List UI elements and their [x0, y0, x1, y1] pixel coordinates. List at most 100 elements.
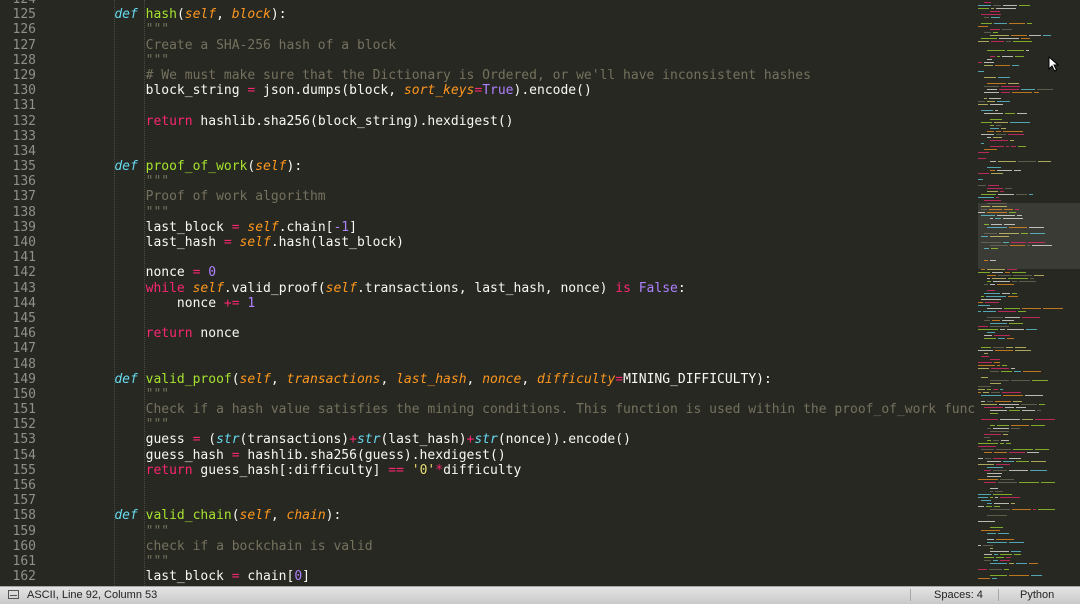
- minimap-line: [1009, 542, 1024, 543]
- minimap-line: [987, 281, 991, 282]
- code-line[interactable]: 155 return guess_hash[:difficulty] == '0…: [0, 463, 975, 478]
- minimap-line: [993, 470, 1007, 471]
- code-line[interactable]: 126 """: [0, 22, 975, 37]
- minimap-line: [1002, 293, 1010, 294]
- minimap-line: [984, 17, 989, 18]
- code-token: ,: [521, 371, 537, 387]
- code-line[interactable]: 159 """: [0, 524, 975, 539]
- code-text: return guess_hash[:difficulty] == '0'*di…: [36, 463, 522, 478]
- code-line[interactable]: 141: [0, 250, 975, 265]
- minimap-line: [987, 389, 991, 390]
- minimap-line: [984, 452, 992, 453]
- minimap-line: [981, 500, 991, 501]
- code-token: ):: [286, 159, 303, 175]
- minimap-line: [990, 284, 995, 285]
- code-line[interactable]: 156: [0, 478, 975, 493]
- minimap[interactable]: [975, 0, 1080, 586]
- code-line[interactable]: 142 nonce = 0: [0, 265, 975, 280]
- minimap-line: [990, 383, 1001, 384]
- minimap-line: [984, 86, 999, 87]
- minimap-line: [1029, 194, 1033, 195]
- line-number: 145: [12, 310, 36, 326]
- code-line[interactable]: 125 def hash(self, block):: [0, 7, 975, 22]
- minimap-line: [1030, 470, 1047, 471]
- code-line[interactable]: 151 Check if a hash value satisfies the …: [0, 402, 975, 417]
- minimap-line: [990, 125, 994, 126]
- minimap-line: [995, 401, 1011, 402]
- code-line[interactable]: 150 """: [0, 387, 975, 402]
- code-text: guess_hash = hashlib.sha256(guess).hexdi…: [36, 448, 506, 463]
- code-line[interactable]: 144 nonce += 1: [0, 296, 975, 311]
- code-line[interactable]: 162 last_block = chain[0]: [0, 569, 975, 584]
- code-line[interactable]: 127 Create a SHA-256 hash of a block: [0, 38, 975, 53]
- minimap-line: [1005, 272, 1010, 273]
- code-lines[interactable]: 124125 def hash(self, block):126 """127 …: [0, 0, 975, 584]
- code-token: ,: [270, 371, 287, 387]
- minimap-line: [1002, 320, 1014, 321]
- minimap-line: [984, 233, 997, 234]
- line-number: 139: [12, 219, 36, 235]
- code-line[interactable]: 133: [0, 129, 975, 144]
- minimap-line: [999, 404, 1019, 405]
- code-line[interactable]: 136 """: [0, 174, 975, 189]
- code-line[interactable]: 128 """: [0, 53, 975, 68]
- minimap-line: [1010, 122, 1030, 123]
- code-line[interactable]: 161 """: [0, 554, 975, 569]
- code-line[interactable]: 131: [0, 98, 975, 113]
- minimap-line: [987, 476, 1001, 477]
- minimap-line: [1001, 92, 1010, 93]
- code-line[interactable]: 129 # We must make sure that the Diction…: [0, 68, 975, 83]
- minimap-line: [1017, 215, 1022, 216]
- minimap-line: [978, 104, 988, 105]
- code-line[interactable]: 153 guess = (str(transactions)+str(last_…: [0, 432, 975, 447]
- code-line[interactable]: 138 """: [0, 205, 975, 220]
- code-line[interactable]: 149 def valid_proof(self, transactions, …: [0, 372, 975, 387]
- code-editor[interactable]: 124125 def hash(self, block):126 """127 …: [0, 0, 975, 586]
- minimap-line: [1015, 56, 1024, 57]
- code-line[interactable]: 140 last_hash = self.hash(last_block): [0, 235, 975, 250]
- syntax-selector[interactable]: Python: [1020, 589, 1054, 601]
- code-line[interactable]: 152 """: [0, 417, 975, 432]
- minimap-line: [1025, 395, 1043, 396]
- minimap-line: [990, 359, 1000, 360]
- minimap-line: [990, 119, 1002, 120]
- code-line[interactable]: 157: [0, 493, 975, 508]
- line-number: 125: [12, 7, 36, 23]
- code-line[interactable]: 160 check if a bockchain is valid: [0, 539, 975, 554]
- code-line[interactable]: 148: [0, 357, 975, 372]
- code-token: -1: [333, 219, 350, 235]
- minimap-line: [1030, 278, 1034, 279]
- minimap-line: [990, 497, 993, 498]
- code-line[interactable]: 158 def valid_chain(self, chain):: [0, 508, 975, 523]
- line-number: 141: [12, 250, 36, 266]
- indentation-setting[interactable]: Spaces: 4: [934, 589, 983, 601]
- code-line[interactable]: 134: [0, 144, 975, 159]
- code-line[interactable]: 143 while self.valid_proof(self.transact…: [0, 281, 975, 296]
- minimap-line: [1029, 563, 1038, 564]
- minimap-line: [987, 533, 996, 534]
- code-line[interactable]: 139 last_block = self.chain[-1]: [0, 220, 975, 235]
- code-line[interactable]: 130 block_string = json.dumps(block, sor…: [0, 83, 975, 98]
- panel-toggle-icon[interactable]: [8, 590, 19, 599]
- minimap-line: [984, 320, 990, 321]
- minimap-line: [1005, 407, 1014, 408]
- code-line[interactable]: 145: [0, 311, 975, 326]
- code-line[interactable]: 137 Proof of work algorithm: [0, 189, 975, 204]
- minimap-line: [990, 491, 993, 492]
- code-line[interactable]: 147: [0, 341, 975, 356]
- minimap-line: [978, 497, 988, 498]
- minimap-line: [1030, 233, 1045, 234]
- code-line[interactable]: 154 guess_hash = hashlib.sha256(guess).h…: [0, 448, 975, 463]
- code-line[interactable]: 124: [0, 0, 975, 7]
- code-line[interactable]: 135 def proof_of_work(self):: [0, 159, 975, 174]
- minimap-line: [1016, 563, 1027, 564]
- minimap-line: [1034, 275, 1044, 276]
- code-token: last_block: [83, 219, 232, 235]
- code-line[interactable]: 146 return nonce: [0, 326, 975, 341]
- code-line[interactable]: 132 return hashlib.sha256(block_string).…: [0, 114, 975, 129]
- minimap-line: [978, 179, 983, 180]
